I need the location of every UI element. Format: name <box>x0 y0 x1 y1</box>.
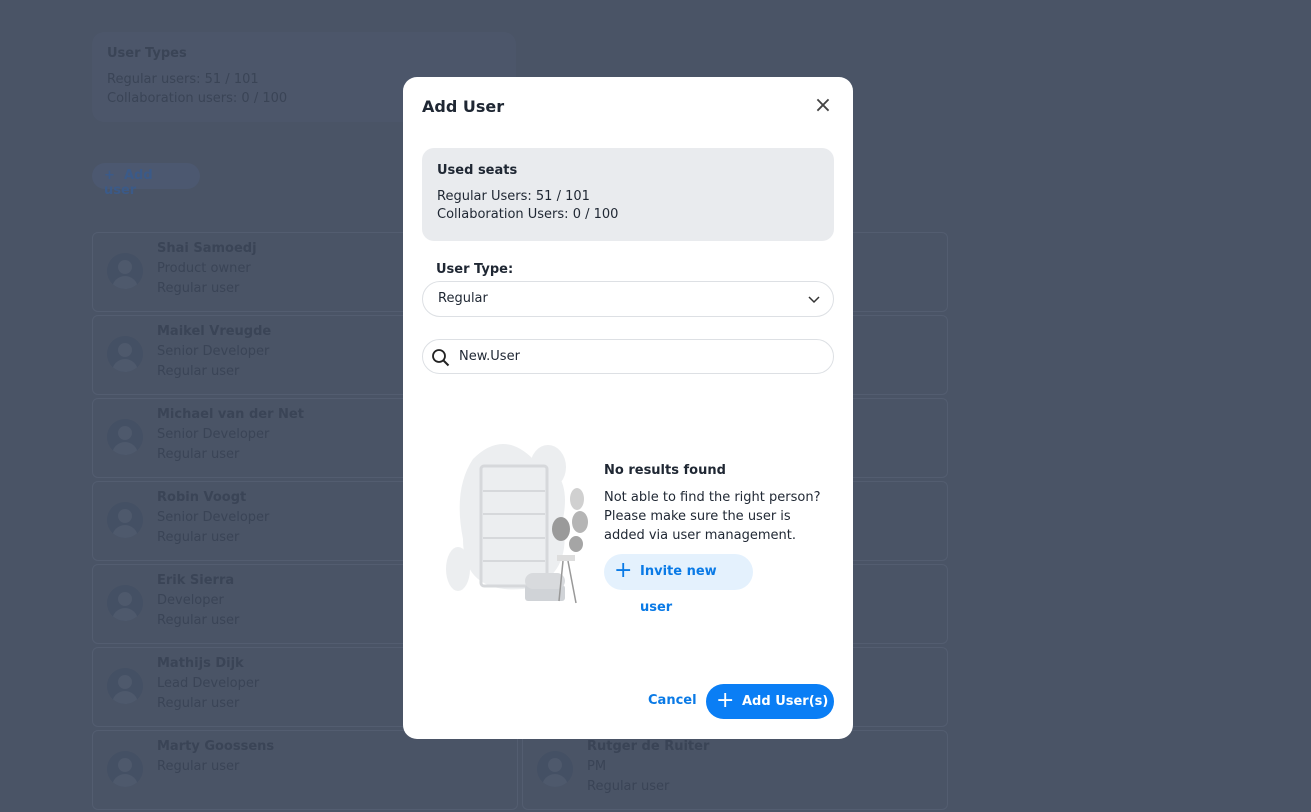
user-name: Maikel Vreugde <box>157 324 272 339</box>
user-type: Regular user <box>587 779 670 794</box>
search-value: New.User <box>459 349 520 364</box>
user-info: Marty Goossens Regular user <box>157 737 274 777</box>
add-user-button[interactable]: + Add user <box>92 163 200 198</box>
user-type: Regular user <box>157 696 240 711</box>
no-results-message: No results found Not able to find the ri… <box>604 461 824 545</box>
user-role: Developer <box>157 593 224 608</box>
user-name: Shai Samoedj <box>157 241 257 256</box>
user-info: Shai Samoedj Product owner Regular user <box>157 239 257 299</box>
no-results-line: Please make sure the user is <box>604 509 791 524</box>
cancel-button[interactable]: Cancel <box>648 693 697 708</box>
plus-icon: + <box>614 558 633 583</box>
chevron-down-icon <box>808 296 820 304</box>
search-input[interactable]: New.User <box>422 339 834 374</box>
user-name: Robin Voogt <box>157 490 247 505</box>
regular-seats: Regular Users: 51 / 101 <box>437 189 590 204</box>
user-type-select[interactable]: Regular <box>422 281 834 317</box>
collab-seats: Collaboration Users: 0 / 100 <box>437 207 619 222</box>
close-icon[interactable]: × <box>813 95 833 117</box>
user-info: Erik Sierra Developer Regular user <box>157 571 239 631</box>
user-type-value: Regular <box>438 291 488 306</box>
invite-label: Invite new user <box>640 564 717 615</box>
user-name: Mathijs Dijk <box>157 656 244 671</box>
user-role: Lead Developer <box>157 676 260 691</box>
search-icon <box>432 349 450 367</box>
user-info: Maikel Vreugde Senior Developer Regular us… <box>157 322 271 382</box>
user-role: Product owner <box>157 261 251 276</box>
avatar <box>107 253 143 289</box>
avatar <box>537 751 573 787</box>
user-card[interactable]: Marty Goossens Regular user <box>92 730 518 810</box>
user-types-title: User Types <box>107 46 187 61</box>
avatar <box>107 336 143 372</box>
user-info: Mathijs Dijk Lead Developer Regular user <box>157 654 259 714</box>
user-type: Regular user <box>157 530 240 545</box>
user-role: Senior Developer <box>157 510 270 525</box>
user-type: Regular user <box>157 281 240 296</box>
add-users-button[interactable]: + Add User(s) <box>706 684 834 719</box>
user-card[interactable]: Rutger de Ruiter PM Regular user <box>522 730 948 810</box>
user-info: Rutger de Ruiter PM Regular user <box>587 737 709 797</box>
no-results-line: added via user management. <box>604 528 796 543</box>
add-user-dialog: Add User × Used seats Regular Users: 51 … <box>403 77 853 739</box>
dialog-title: Add User <box>422 97 505 116</box>
used-seats-panel: Used seats Regular Users: 51 / 101 Colla… <box>422 148 834 241</box>
plus-icon: + <box>716 688 735 713</box>
add-user-label: Add user <box>104 168 153 198</box>
avatar <box>107 751 143 787</box>
user-info: Robin Voogt Senior Developer Regular user <box>157 488 269 548</box>
avatar <box>107 419 143 455</box>
avatar <box>107 668 143 704</box>
user-info: Michael van der Net Senior Developer Regul… <box>157 405 304 465</box>
avatar <box>107 585 143 621</box>
user-type: Regular user <box>157 613 240 628</box>
user-name: Rutger de Ruiter <box>587 739 710 754</box>
user-type-label: User Type: <box>436 262 514 277</box>
user-name: Michael van der Net <box>157 407 304 422</box>
invite-new-user-button[interactable]: + Invite new user <box>604 554 753 615</box>
user-type: Regular user <box>157 364 240 379</box>
user-role: Regular user <box>157 759 240 774</box>
empty-state-illustration <box>446 444 588 604</box>
user-role: PM <box>587 759 607 774</box>
no-results-title: No results found <box>604 463 726 478</box>
no-results-line: Not able to find the right person? <box>604 490 821 505</box>
user-type: Regular user <box>157 447 240 462</box>
used-seats-title: Used seats <box>437 163 518 178</box>
user-name: Marty Goossens <box>157 739 275 754</box>
user-role: Senior Developer <box>157 344 270 359</box>
avatar <box>107 502 143 538</box>
user-name: Erik Sierra <box>157 573 235 588</box>
add-users-label: Add User(s) <box>742 694 829 709</box>
user-role: Senior Developer <box>157 427 270 442</box>
